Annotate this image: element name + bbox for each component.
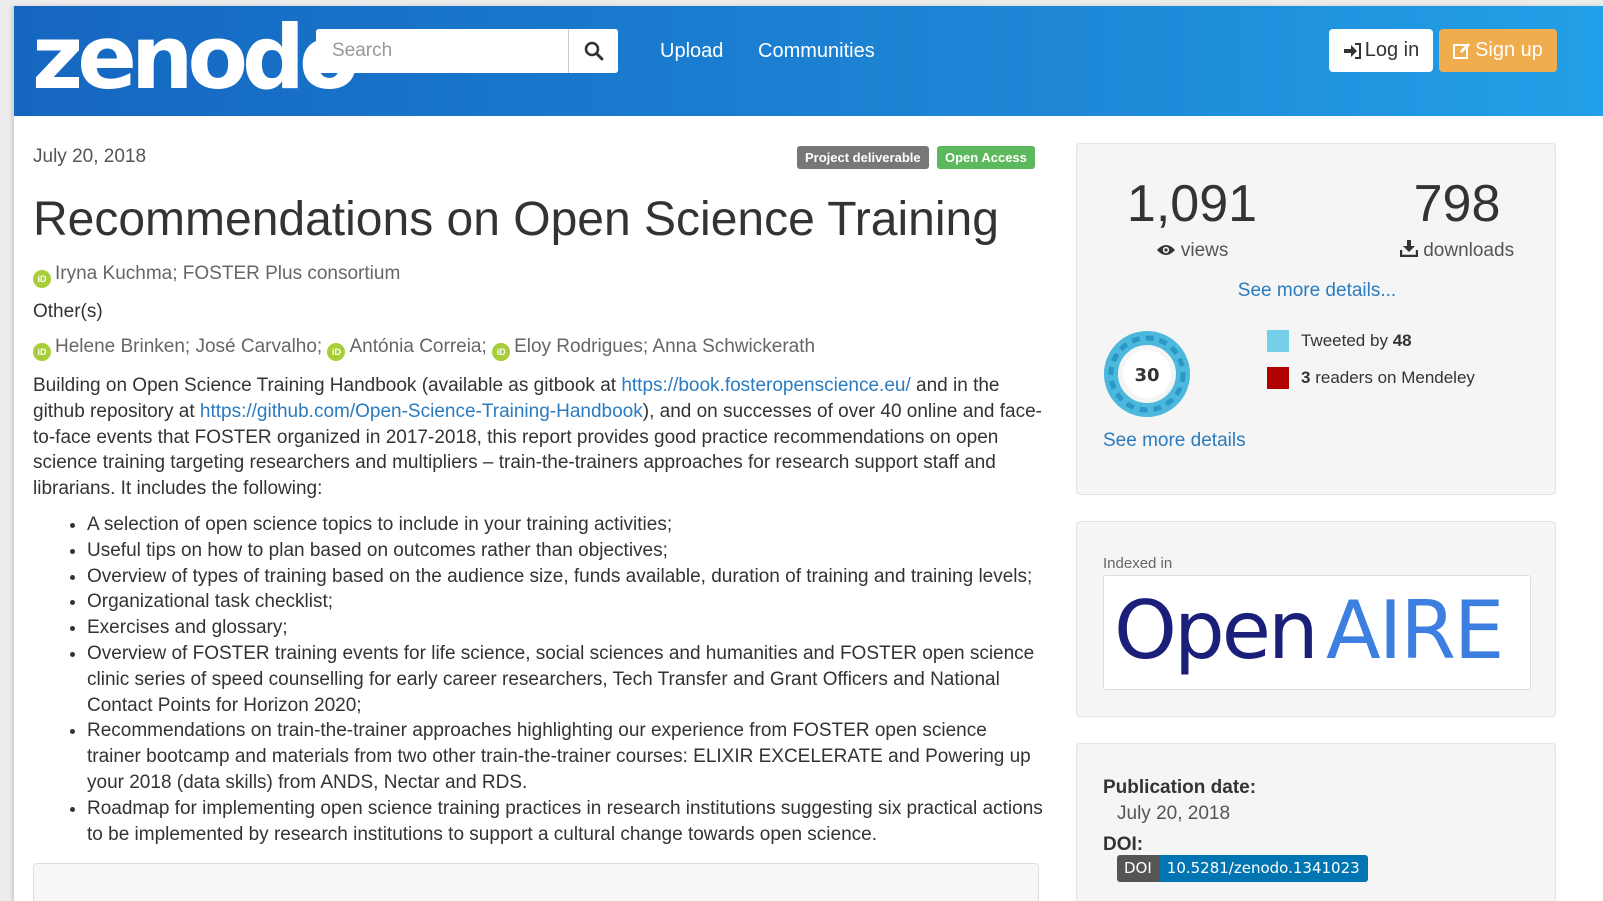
list-item: Overview of FOSTER training events for l… [87,641,1043,718]
altmetric-details-link[interactable]: See more details [1103,430,1246,452]
mendeley-row[interactable]: 3 readers on Mendeley [1267,367,1475,389]
list-item: Exercises and glossary; [87,615,1043,641]
record-date: July 20, 2018 [33,146,147,167]
publication-date-label: Publication date: [1103,777,1257,798]
list-item: Recommendations on train-the-trainer app… [87,718,1043,795]
downloads-label: downloads [1372,240,1542,262]
orcid-icon[interactable]: iD [33,343,51,361]
downloads-label-text: downloads [1423,240,1515,261]
record-title: Recommendations on Open Science Training [33,193,999,246]
indexed-in-label: Indexed in [1103,555,1173,572]
mendeley-suffix: readers on Mendeley [1315,368,1475,387]
nav-upload[interactable]: Upload [660,40,723,63]
doi-label: DOI: [1103,834,1144,855]
login-label: Log in [1364,39,1420,61]
twitter-swatch [1267,330,1289,352]
downloads-count: 798 [1413,175,1501,233]
orcid-icon[interactable]: iD [327,343,346,361]
doi-badge-prefix: DOI [1117,855,1159,882]
indexed-in-panel: Indexed in Open AIRE [1076,521,1556,717]
mendeley-swatch [1267,367,1289,389]
orcid-icon[interactable]: iD [33,270,51,288]
search-bar [316,29,618,73]
openaire-logo[interactable]: Open AIRE [1103,575,1531,690]
gitbook-link[interactable]: https://book.fosteropenscience.eu/ [621,375,910,396]
creators: iD Iryna Kuchma; FOSTER Plus consortium [33,263,400,288]
contributor-group-2[interactable]: Antónia Correia; [349,336,486,357]
other-contributors-heading: Other(s) [33,301,103,322]
tweet-row[interactable]: Tweeted by 48 [1267,330,1412,352]
search-icon [584,41,604,61]
contributor-group-1[interactable]: Helene Brinken; José Carvalho; [55,336,322,357]
login-button[interactable]: Log in [1329,29,1433,72]
views-count: 1,091 [1126,175,1258,233]
files-panel [33,863,1039,901]
tweet-prefix: Tweeted by [1301,331,1388,350]
mendeley-count: 3 [1301,368,1311,387]
eye-icon [1156,245,1175,255]
signup-button[interactable]: Sign up [1439,29,1557,72]
list-item: Organizational task checklist; [87,589,1043,615]
record-description: Building on Open Science Training Handbo… [33,373,1043,847]
altmetric-donut[interactable]: 30 [1103,330,1191,418]
contributor-group-3[interactable]: Eloy Rodrigues; Anna Schwickerath [514,336,815,357]
list-item: Useful tips on how to plan based on outc… [87,538,1043,564]
list-item: A selection of open science topics to in… [87,512,1043,538]
tweet-text: Tweeted by 48 [1301,331,1412,351]
views-label: views [1107,240,1277,262]
doi-badge-value: 10.5281/zenodo.1341023 [1158,855,1368,882]
page: zenodo Upload Communities Log in [14,6,1603,901]
description-paragraph: Building on Open Science Training Handbo… [33,373,1043,502]
search-input[interactable] [316,29,566,73]
signup-label: Sign up [1475,39,1543,61]
top-navbar: zenodo Upload Communities Log in [14,6,1603,116]
doi-badge[interactable]: DOI 10.5281/zenodo.1341023 [1117,855,1368,882]
nav-communities[interactable]: Communities [758,40,875,63]
views-label-text: views [1180,240,1229,261]
resource-type-badge[interactable]: Project deliverable [797,146,929,169]
publication-date-value: July 20, 2018 [1117,803,1231,824]
tweet-count: 48 [1392,331,1412,350]
openaire-logo-open: Open [1114,584,1316,677]
contributors: iD Helene Brinken; José Carvalho; iD Antón… [33,336,815,361]
zenodo-logo[interactable]: zenodo [32,10,359,106]
stats-panel: 1,091 views 798 downloads See more detai… [1076,143,1556,495]
description-text: Building on Open Science Training Handbo… [33,375,622,396]
sign-in-icon [1343,42,1361,59]
mendeley-text: 3 readers on Mendeley [1301,368,1475,388]
list-item: Overview of types of training based on t… [87,564,1043,590]
download-icon [1399,240,1419,258]
list-item: Roadmap for implementing open science tr… [87,796,1043,848]
creators-text[interactable]: Iryna Kuchma; FOSTER Plus consortium [55,263,400,284]
publication-info-panel: Publication date: July 20, 2018 DOI: DOI… [1076,743,1556,901]
github-link[interactable]: https://github.com/Open-Science-Training… [200,401,643,422]
stats-details-link[interactable]: See more details... [1077,280,1557,302]
edit-icon [1453,42,1471,59]
altmetric-score: 30 [1134,365,1159,386]
search-button[interactable] [568,29,618,73]
orcid-icon[interactable]: iD [492,343,511,361]
access-right-badge[interactable]: Open Access [937,146,1035,169]
openaire-logo-aire: AIRE [1326,584,1502,677]
openaire-logo-graphic: Open AIRE [1114,584,1504,677]
description-list: A selection of open science topics to in… [33,512,1043,847]
